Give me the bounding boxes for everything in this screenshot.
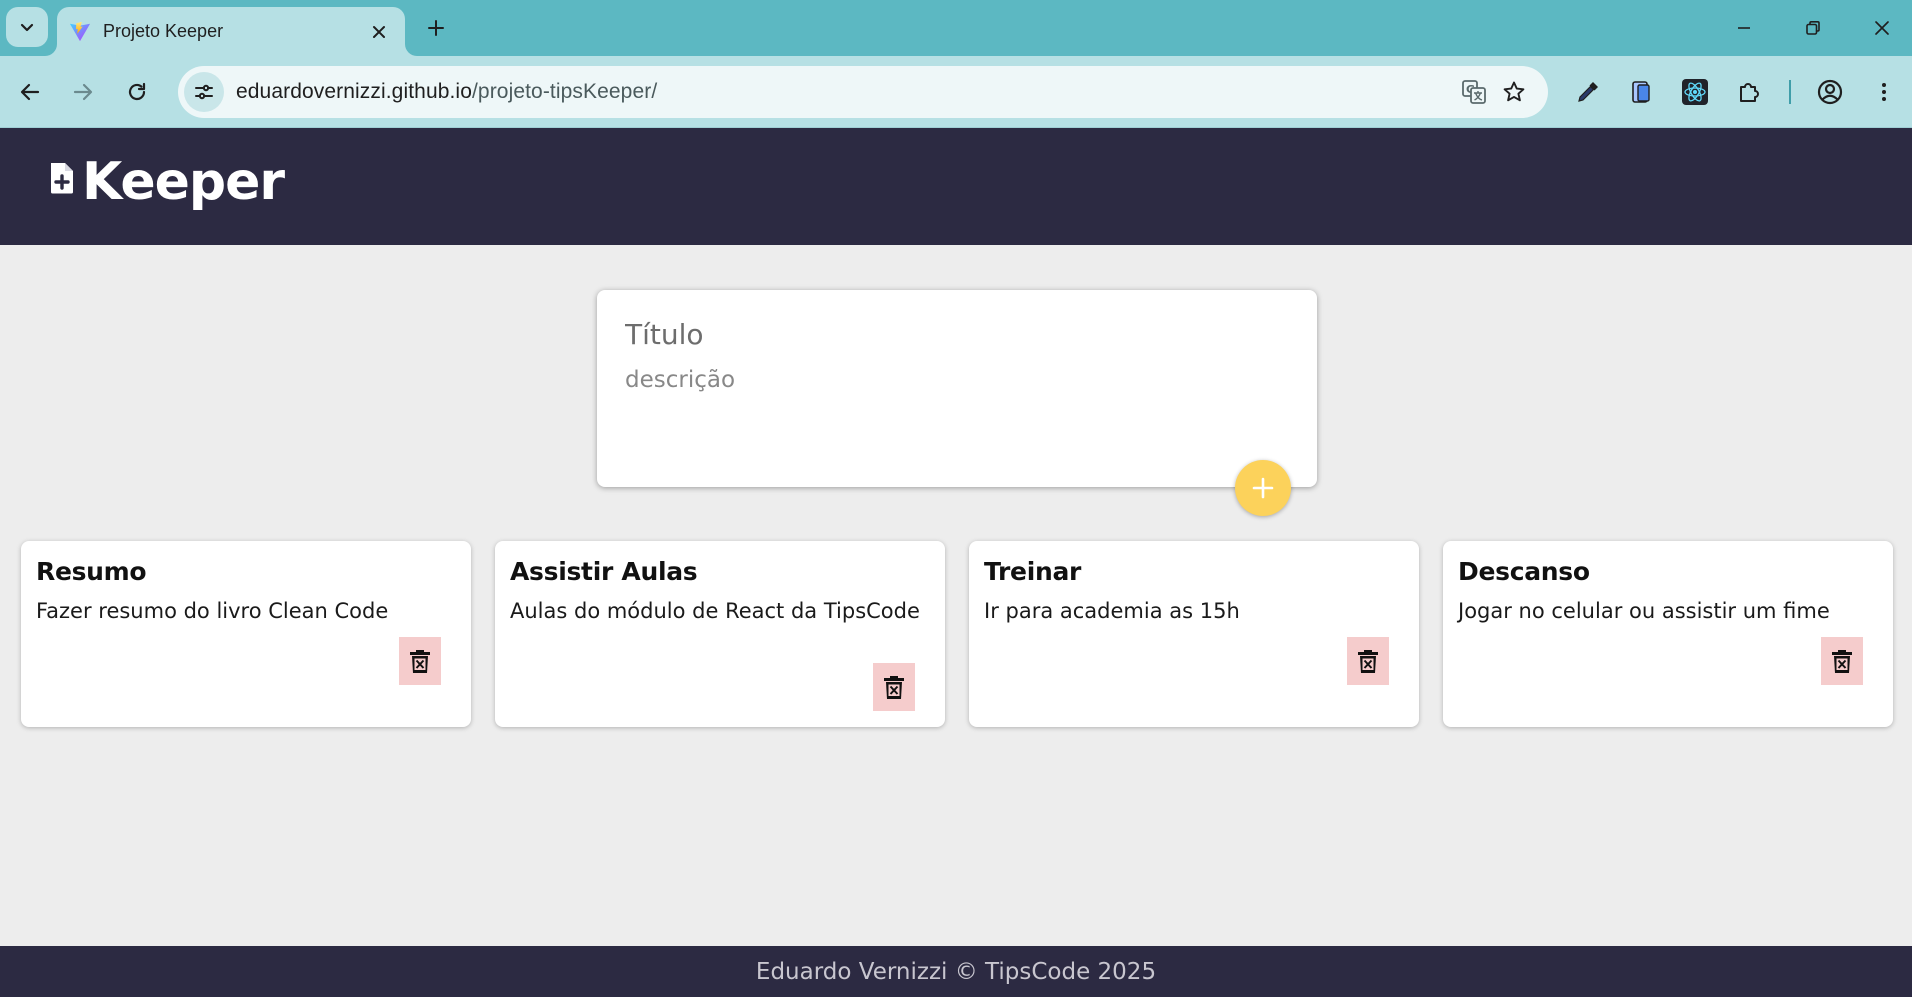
note-card: Descanso Jogar no celular ou assistir um… — [1443, 541, 1893, 727]
extensions-button[interactable] — [1731, 74, 1767, 110]
back-button[interactable] — [11, 73, 49, 111]
site-info-button[interactable] — [184, 72, 224, 112]
trash-icon — [1358, 650, 1378, 673]
note-add-icon — [51, 163, 73, 194]
reload-button[interactable] — [118, 73, 156, 111]
brand-name: Keeper — [82, 152, 285, 212]
app-logo: Keeper — [48, 152, 285, 212]
close-icon — [373, 25, 385, 38]
note-content: Fazer resumo do livro Clean Code — [36, 599, 389, 623]
notes-list: Resumo Fazer resumo do livro Clean Code … — [21, 541, 1893, 727]
url-host: eduardovernizzi.github.io — [236, 80, 472, 103]
note-title: Assistir Aulas — [510, 557, 698, 586]
restore-icon — [1806, 21, 1820, 35]
tab-close-button[interactable] — [367, 20, 391, 44]
forward-button[interactable] — [64, 73, 102, 111]
menu-button[interactable] — [1866, 74, 1902, 110]
arrow-right-icon — [73, 83, 93, 101]
translate-button[interactable]: G — [1454, 72, 1494, 112]
trash-icon — [884, 676, 904, 699]
footer-copyright: Eduardo Vernizzi © TipsCode 2025 — [755, 958, 1157, 985]
url-text[interactable]: eduardovernizzi.github.io/projeto-tipsKe… — [236, 80, 1454, 104]
toolbar-divider — [1789, 80, 1791, 104]
eyedropper-icon — [1578, 82, 1598, 102]
plus-icon — [428, 20, 444, 36]
reload-icon — [128, 82, 146, 101]
browser-toolbar: eduardovernizzi.github.io/projeto-tipsKe… — [0, 56, 1912, 128]
arrow-left-icon — [20, 83, 40, 101]
responsive-viewer-extension[interactable] — [1623, 74, 1659, 110]
close-window-button[interactable] — [1854, 8, 1910, 48]
plus-icon — [1252, 477, 1274, 499]
note-title: Treinar — [984, 557, 1082, 586]
app-footer: Eduardo Vernizzi © TipsCode 2025 — [0, 946, 1912, 997]
minimize-icon — [1738, 27, 1750, 29]
note-title: Resumo — [36, 557, 147, 586]
bookmark-button[interactable] — [1494, 72, 1534, 112]
note-card: Assistir Aulas Aulas do módulo de React … — [495, 541, 945, 727]
vite-logo-icon — [69, 21, 91, 41]
note-card: Treinar Ir para academia as 15h — [969, 541, 1419, 727]
note-title-input[interactable] — [625, 318, 1289, 351]
color-picker-extension[interactable] — [1570, 74, 1606, 110]
delete-note-button[interactable] — [873, 663, 915, 711]
restore-button[interactable] — [1785, 8, 1841, 48]
address-bar[interactable]: eduardovernizzi.github.io/projeto-tipsKe… — [178, 66, 1548, 118]
more-vertical-icon — [1882, 83, 1886, 101]
react-icon — [1682, 79, 1708, 105]
account-circle-icon — [1817, 79, 1843, 105]
react-devtools-extension[interactable] — [1677, 74, 1713, 110]
chevron-down-icon — [20, 23, 34, 32]
note-description-input[interactable] — [625, 367, 1289, 447]
delete-note-button[interactable] — [399, 637, 441, 685]
tab-search-button[interactable] — [6, 7, 48, 47]
add-note-button[interactable] — [1235, 460, 1291, 516]
app-header: Keeper — [0, 128, 1912, 245]
note-title: Descanso — [1458, 557, 1590, 586]
note-content: Ir para academia as 15h — [984, 599, 1240, 623]
tune-icon — [195, 84, 213, 100]
delete-note-button[interactable] — [1821, 637, 1863, 685]
trash-icon — [410, 650, 430, 673]
url-path: /projeto-tipsKeeper/ — [471, 80, 658, 103]
star-icon — [1503, 81, 1525, 102]
browser-tab-strip: Projeto Keeper — [0, 0, 1912, 56]
trash-icon — [1832, 650, 1852, 673]
note-card: Resumo Fazer resumo do livro Clean Code — [21, 541, 471, 727]
puzzle-icon — [1740, 83, 1759, 102]
create-note-form — [597, 290, 1317, 487]
devices-icon — [1632, 81, 1650, 103]
new-tab-button[interactable] — [420, 12, 452, 44]
tab-title: Projeto Keeper — [103, 21, 224, 41]
profile-button[interactable] — [1812, 74, 1848, 110]
minimize-button[interactable] — [1716, 8, 1772, 48]
note-content: Jogar no celular ou assistir um fime — [1458, 599, 1830, 623]
delete-note-button[interactable] — [1347, 637, 1389, 685]
browser-tab[interactable]: Projeto Keeper — [57, 7, 405, 56]
translate-icon: G — [1462, 80, 1486, 104]
note-content: Aulas do módulo de React da TipsCode — [510, 599, 920, 623]
close-icon — [1875, 21, 1889, 35]
